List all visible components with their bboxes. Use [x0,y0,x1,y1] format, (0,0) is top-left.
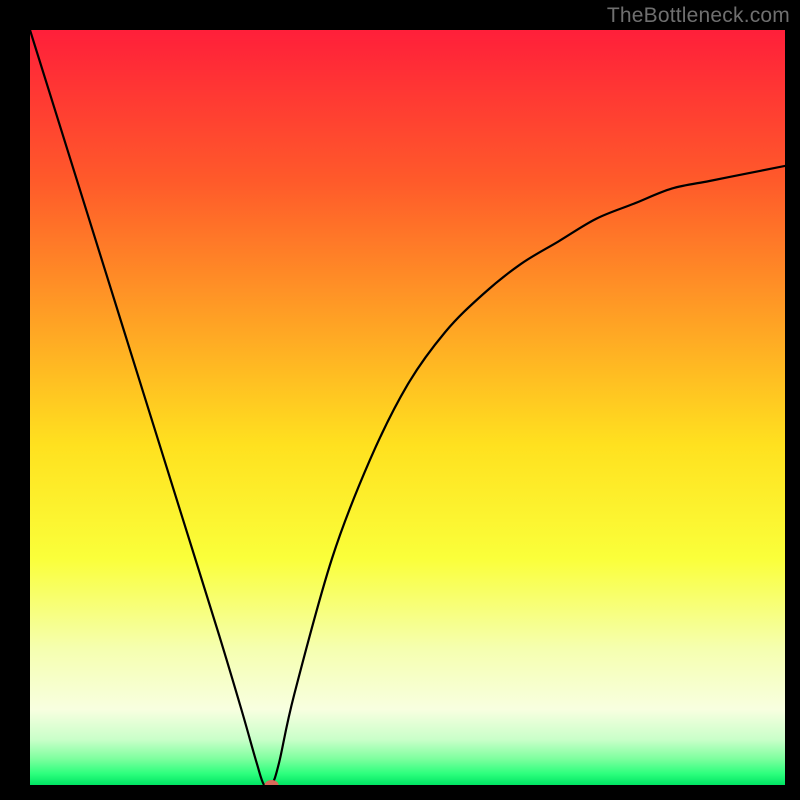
optimum-marker [265,780,279,790]
gradient-background [30,30,785,785]
bottleneck-chart [0,0,800,800]
chart-frame: TheBottleneck.com [0,0,800,800]
watermark-text: TheBottleneck.com [607,4,790,28]
